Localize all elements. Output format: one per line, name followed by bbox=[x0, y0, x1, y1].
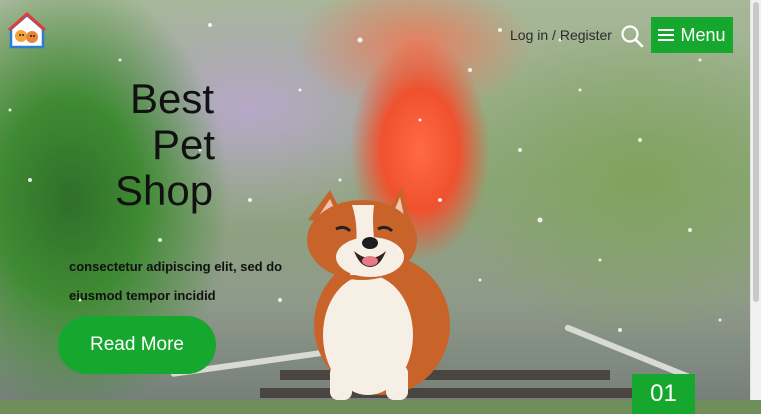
slide-counter[interactable]: 01 bbox=[632, 374, 695, 414]
menu-button[interactable]: Menu bbox=[651, 17, 733, 53]
auth-separator: / bbox=[552, 27, 556, 43]
read-more-button[interactable]: Read More bbox=[58, 316, 216, 374]
search-icon[interactable] bbox=[620, 24, 644, 48]
hero-subtitle: consectetur adipiscing elit, sed do eius… bbox=[69, 259, 283, 303]
hero-title-line2: Pet bbox=[152, 121, 216, 168]
corgi-dog-image bbox=[307, 187, 450, 400]
register-link[interactable]: Register bbox=[560, 27, 612, 43]
hero-title: Best Pet Shop bbox=[112, 76, 228, 214]
pet-house-logo-icon[interactable] bbox=[8, 12, 46, 50]
hero-title-line3: Shop bbox=[115, 167, 214, 214]
menu-label: Menu bbox=[680, 24, 726, 45]
scrollbar-thumb[interactable] bbox=[753, 2, 759, 302]
login-link[interactable]: Log in bbox=[510, 27, 548, 43]
hero-title-line1: Best bbox=[130, 75, 215, 122]
page-scrollbar[interactable] bbox=[750, 0, 761, 400]
hamburger-icon bbox=[658, 29, 675, 41]
auth-links: Log in / Register bbox=[510, 27, 612, 43]
